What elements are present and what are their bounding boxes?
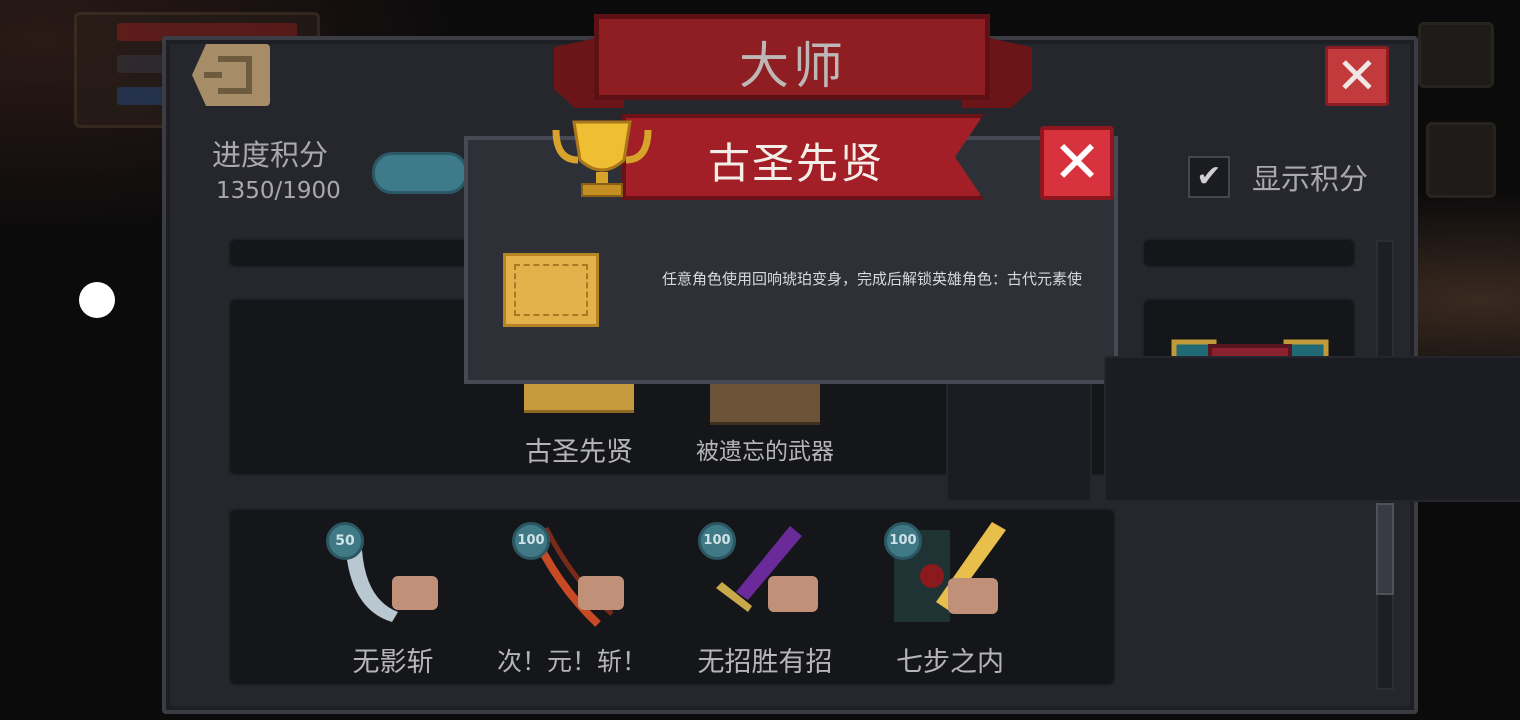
trophy-icon bbox=[552, 120, 652, 197]
progress-label: 进度积分 bbox=[212, 138, 329, 172]
touch-indicator bbox=[79, 282, 115, 318]
achievement-name: 无招胜有招 bbox=[697, 647, 833, 678]
list-card bbox=[1142, 238, 1356, 268]
achievement-name: 次！元！斩！ bbox=[496, 647, 648, 676]
weapon-icon bbox=[710, 378, 820, 425]
points-badge: 100 bbox=[512, 522, 550, 560]
scroll-icon bbox=[503, 253, 599, 327]
points-badge: 100 bbox=[884, 522, 922, 560]
scrollbar-thumb[interactable] bbox=[1376, 503, 1394, 595]
pause-button bbox=[1418, 22, 1494, 88]
achievement-name: 被遗忘的武器 bbox=[696, 439, 834, 465]
achievement-name: 古圣先贤 bbox=[525, 437, 633, 468]
progress-value: 1350/1900 bbox=[216, 178, 341, 204]
dialog-title: 古圣先贤 bbox=[708, 139, 885, 188]
show-score-label: 显示积分 bbox=[1252, 162, 1369, 196]
points-badge: 100 bbox=[698, 522, 736, 560]
dialog-description: 任意角色使用回响琥珀变身，完成后解锁英雄角色：古代元素使 bbox=[661, 270, 1082, 288]
dialog-title-banner: 古圣先贤 bbox=[622, 114, 984, 204]
dialog-close-button[interactable]: ✕ bbox=[1040, 126, 1114, 200]
achievement-name: 七步之内 bbox=[896, 647, 1004, 678]
side-button bbox=[1426, 122, 1496, 198]
close-icon: ✕ bbox=[1336, 47, 1378, 105]
page-title: 大师 bbox=[739, 37, 847, 95]
show-score-toggle[interactable]: ✔ 显示积分 bbox=[1188, 156, 1368, 198]
title-banner: 大师 bbox=[554, 14, 1032, 110]
points-badge: 50 bbox=[326, 522, 364, 560]
achievement-name: 无影斩 bbox=[352, 647, 434, 678]
check-icon: ✔ bbox=[1196, 159, 1222, 194]
progress-bar bbox=[372, 152, 468, 194]
dialog-description-cell bbox=[1104, 356, 1520, 502]
show-score-checkbox[interactable]: ✔ bbox=[1188, 156, 1230, 198]
close-button[interactable]: ✕ bbox=[1325, 46, 1389, 106]
back-button[interactable] bbox=[192, 44, 270, 106]
close-icon: ✕ bbox=[1052, 128, 1102, 196]
back-icon bbox=[204, 56, 252, 94]
